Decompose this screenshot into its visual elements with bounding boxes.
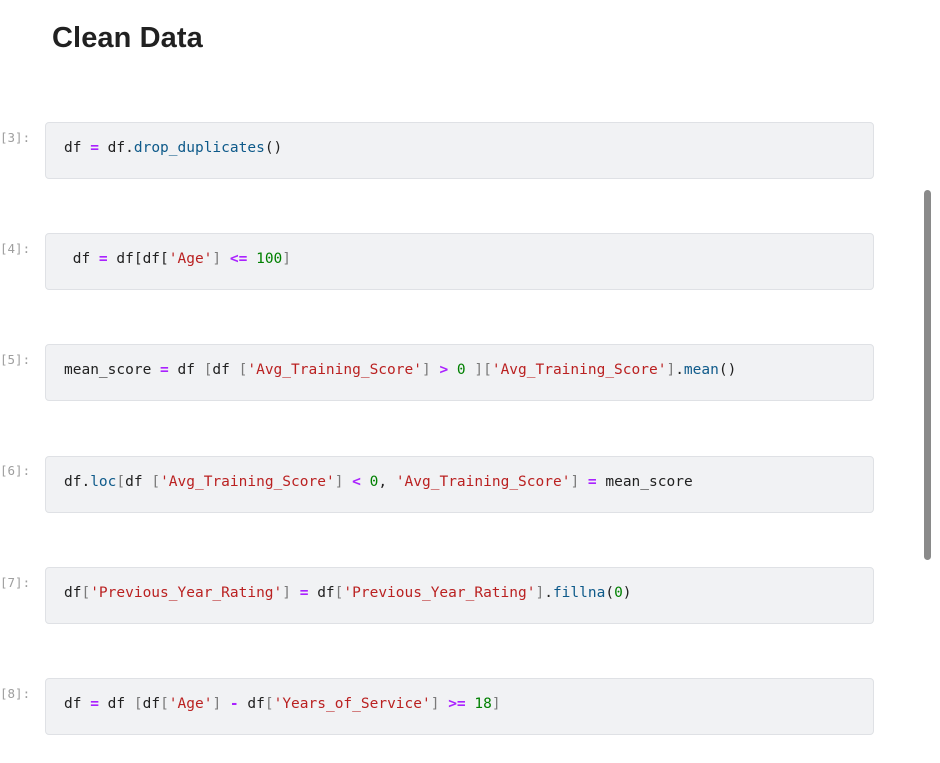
code-token: [ bbox=[81, 585, 91, 601]
code-line[interactable]: df = df [df['Age'] - df['Years_of_Servic… bbox=[64, 679, 501, 734]
code-token: 'Age' bbox=[168, 251, 213, 267]
code-token: ] bbox=[282, 251, 292, 267]
code-token: ] bbox=[491, 696, 501, 712]
code-line[interactable]: df = df[df['Age'] <= 100] bbox=[64, 234, 291, 289]
code-token: [ bbox=[160, 696, 169, 712]
section-heading: Clean Data bbox=[52, 22, 203, 54]
code-token: ] bbox=[282, 585, 291, 601]
cell-prompt: [6]: bbox=[0, 463, 31, 478]
code-token: 18 bbox=[474, 696, 492, 712]
code-token: ] bbox=[212, 696, 222, 712]
cell-prompt: [8]: bbox=[0, 686, 31, 701]
code-token: ] bbox=[535, 585, 545, 601]
code-token: >= bbox=[448, 696, 466, 712]
code-token: ( bbox=[605, 585, 615, 601]
code-token: ] bbox=[212, 251, 222, 267]
code-token: 'Avg_Training_Score' bbox=[395, 474, 571, 490]
code-token: [ bbox=[133, 696, 143, 712]
code-token: 0 bbox=[456, 362, 466, 378]
code-token: [ bbox=[151, 474, 161, 490]
code-token: df bbox=[125, 474, 152, 490]
code-token: fillna bbox=[552, 585, 606, 601]
code-token: () bbox=[264, 140, 283, 156]
code-token: ) bbox=[622, 585, 632, 601]
code-token: () bbox=[718, 362, 737, 378]
code-token: 'Years_of_Service' bbox=[273, 696, 431, 712]
code-token: ] bbox=[570, 474, 580, 490]
code-token: 'Previous_Year_Rating' bbox=[343, 585, 536, 601]
code-token: . bbox=[675, 362, 684, 378]
code-token: = bbox=[587, 474, 597, 490]
code-token: df. bbox=[98, 140, 134, 156]
code-token: loc bbox=[90, 474, 117, 490]
code-token: = bbox=[160, 362, 169, 378]
code-token: 0 bbox=[614, 585, 623, 601]
code-line[interactable]: df['Previous_Year_Rating'] = df['Previou… bbox=[64, 568, 632, 623]
code-token: ] bbox=[666, 362, 676, 378]
cell-prompt: [5]: bbox=[0, 352, 31, 367]
code-cell[interactable]: df = df [df['Age'] - df['Years_of_Servic… bbox=[45, 678, 874, 735]
code-token: df bbox=[142, 696, 161, 712]
code-token: df bbox=[212, 362, 239, 378]
code-token: df[df[ bbox=[107, 251, 169, 267]
code-token: mean_score bbox=[64, 362, 161, 378]
code-token: mean bbox=[683, 362, 719, 378]
code-token: 'Avg_Training_Score' bbox=[160, 474, 335, 490]
code-token: 'Avg_Training_Score' bbox=[491, 362, 667, 378]
code-token: [ bbox=[116, 474, 126, 490]
code-cell[interactable]: df['Previous_Year_Rating'] = df['Previou… bbox=[45, 567, 874, 624]
code-token: df bbox=[98, 696, 134, 712]
code-token: . bbox=[544, 585, 553, 601]
code-token: ][ bbox=[474, 362, 492, 378]
code-token: 'Previous_Year_Rating' bbox=[90, 585, 283, 601]
code-token: <= bbox=[229, 251, 248, 267]
code-line[interactable]: mean_score = df [df ['Avg_Training_Score… bbox=[64, 345, 736, 400]
code-token: df. bbox=[64, 474, 91, 490]
code-cell[interactable]: df = df[df['Age'] <= 100] bbox=[45, 233, 874, 290]
vertical-scrollbar[interactable] bbox=[924, 190, 931, 560]
code-token: df bbox=[308, 585, 335, 601]
code-line[interactable]: df.loc[df ['Avg_Training_Score'] < 0, 'A… bbox=[64, 457, 693, 512]
code-token: drop_duplicates bbox=[133, 140, 265, 156]
code-token: = bbox=[90, 140, 99, 156]
code-cell[interactable]: mean_score = df [df ['Avg_Training_Score… bbox=[45, 344, 874, 401]
code-token: df bbox=[64, 585, 82, 601]
code-token: = bbox=[90, 696, 99, 712]
cell-prompt: [7]: bbox=[0, 575, 31, 590]
code-token: mean_score bbox=[596, 474, 693, 490]
cell-prompt: [3]: bbox=[0, 130, 31, 145]
code-token: df bbox=[168, 362, 204, 378]
code-token: df bbox=[64, 696, 91, 712]
code-token: [ bbox=[264, 696, 274, 712]
cell-prompt: [4]: bbox=[0, 241, 31, 256]
code-cell[interactable]: df.loc[df ['Avg_Training_Score'] < 0, 'A… bbox=[45, 456, 874, 513]
code-token: = bbox=[98, 251, 108, 267]
code-token: < bbox=[352, 474, 361, 490]
code-token: 100 bbox=[256, 251, 283, 267]
code-token: df bbox=[64, 140, 91, 156]
code-token: > bbox=[439, 362, 449, 378]
code-cell[interactable]: df = df.drop_duplicates() bbox=[45, 122, 874, 179]
code-token: df bbox=[64, 251, 99, 267]
code-token: - bbox=[229, 696, 239, 712]
code-line[interactable]: df = df.drop_duplicates() bbox=[64, 123, 282, 178]
code-token: ] bbox=[421, 362, 431, 378]
code-token: , bbox=[378, 474, 396, 490]
code-token: 'Age' bbox=[168, 696, 213, 712]
code-token: df bbox=[238, 696, 265, 712]
code-token: 'Avg_Training_Score' bbox=[247, 362, 422, 378]
